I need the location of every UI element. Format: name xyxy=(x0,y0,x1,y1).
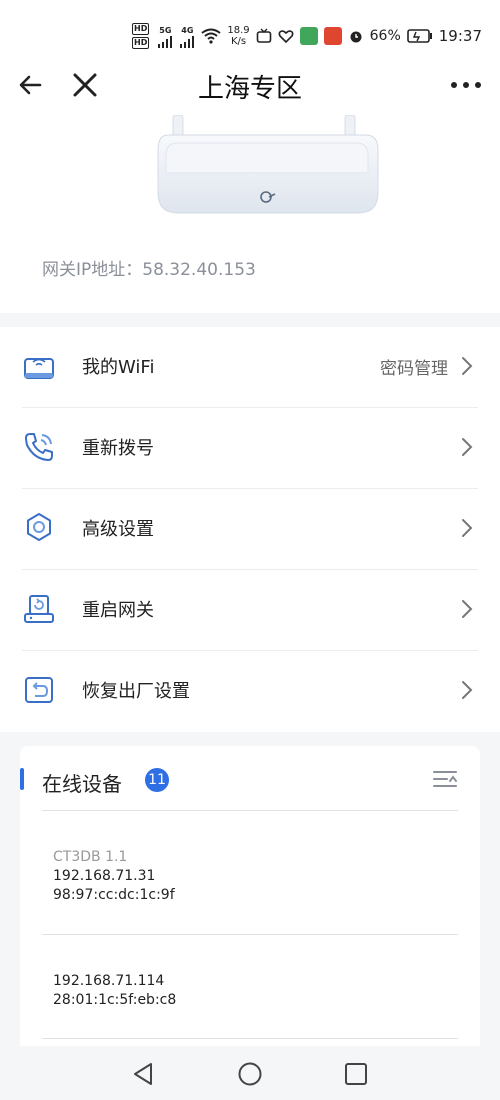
clock: 19:37 xyxy=(438,27,482,45)
app-green-icon xyxy=(299,27,318,45)
hd-bottom-label: HD xyxy=(132,37,150,49)
heart-check-icon xyxy=(278,30,294,44)
wifi-icon xyxy=(201,28,221,44)
signal-4g: 4G xyxy=(179,25,195,48)
menu-item-redial[interactable]: 重新拨号 xyxy=(0,408,500,489)
chevron-right-icon xyxy=(462,438,473,456)
device-item[interactable]: 192.168.71.114 28:01:1c:5f:eb:c8 xyxy=(53,972,176,1010)
phone-icon xyxy=(25,433,53,461)
device-mac: 98:97:cc:dc:1c:9f xyxy=(53,887,175,903)
divider xyxy=(42,934,458,935)
restart-gateway-icon xyxy=(24,595,54,623)
menu-item-factory-reset[interactable]: 恢复出厂设置 xyxy=(0,651,500,732)
taobao-icon xyxy=(323,27,342,45)
more-options-icon[interactable] xyxy=(448,70,484,100)
page-title: 上海专区 xyxy=(197,74,302,104)
nav-recents-icon[interactable] xyxy=(342,1060,370,1088)
device-ip: 192.168.71.114 xyxy=(53,973,165,989)
signal-bars-icon xyxy=(158,35,173,48)
online-devices-title: 在线设备 xyxy=(42,772,122,796)
divider xyxy=(42,1038,458,1039)
gear-icon xyxy=(27,513,51,541)
device-item[interactable]: CT3DB 1.1 192.168.71.31 98:97:cc:dc:1c:9… xyxy=(53,848,175,905)
wifi-router-icon xyxy=(24,358,54,379)
net-speed-value: 18.9 xyxy=(227,25,250,36)
hd-indicator: HD HD xyxy=(132,23,150,49)
device-name: CT3DB 1.1 xyxy=(53,849,128,865)
chevron-right-icon xyxy=(462,519,473,537)
hd-top-label: HD xyxy=(132,23,150,35)
divider xyxy=(42,810,458,811)
battery-percent: 66% xyxy=(369,28,401,44)
nav-home-icon[interactable] xyxy=(236,1060,264,1088)
chevron-right-icon xyxy=(462,681,473,699)
section-accent-bar xyxy=(20,768,24,790)
gateway-ip: 网关IP地址：58.32.40.153 xyxy=(42,260,256,280)
menu-item-advanced-settings[interactable]: 高级设置 xyxy=(0,489,500,570)
system-nav-bar xyxy=(0,1046,500,1100)
alarm-icon xyxy=(350,31,362,43)
device-count-badge: 11 xyxy=(145,768,169,792)
signal2-label: 4G xyxy=(181,25,194,35)
online-devices-card: 在线设备 11 CT3DB 1.1 192.168.71.31 98:97:cc… xyxy=(20,746,480,1056)
router-section: 网关IP地址：58.32.40.153 xyxy=(0,115,500,313)
battery-icon xyxy=(406,29,432,43)
factory-reset-icon xyxy=(25,677,53,703)
net-speed: 18.9 K/s xyxy=(227,25,249,47)
menu-item-restart-gateway[interactable]: 重启网关 xyxy=(0,570,500,651)
signal-bars-icon xyxy=(180,35,195,48)
menu-item-label: 重新拨号 xyxy=(82,438,154,459)
password-management-link[interactable]: 密码管理 xyxy=(380,354,448,379)
menu-item-label: 高级设置 xyxy=(82,519,154,540)
nav-back-icon[interactable] xyxy=(130,1060,158,1088)
signal-5g: 5G xyxy=(157,25,173,48)
device-ip: 192.168.71.31 xyxy=(53,868,156,884)
menu-item-label: 我的WiFi xyxy=(82,357,155,378)
menu-item-label: 重启网关 xyxy=(82,600,154,621)
chevron-right-icon xyxy=(462,357,473,375)
signal1-label: 5G xyxy=(159,25,172,35)
device-mac: 28:01:1c:5f:eb:c8 xyxy=(53,992,177,1008)
menu-item-label: 恢复出厂设置 xyxy=(82,681,190,702)
router-image xyxy=(157,115,379,214)
net-speed-unit: K/s xyxy=(230,36,247,47)
status-icons: HD HD 5G 4G 18.9 K/s 66% 19:37 xyxy=(132,22,482,50)
sort-filter-icon[interactable] xyxy=(432,768,458,790)
menu-item-my-wifi[interactable]: 我的WiFi 密码管理 xyxy=(0,327,500,408)
tv-icon xyxy=(256,28,271,43)
menu-section: 我的WiFi 密码管理 重新拨号 高级设置 重启网关 恢复出厂设置 xyxy=(0,327,500,732)
chevron-right-icon xyxy=(462,600,473,618)
top-header: 上海专区 xyxy=(0,60,500,115)
